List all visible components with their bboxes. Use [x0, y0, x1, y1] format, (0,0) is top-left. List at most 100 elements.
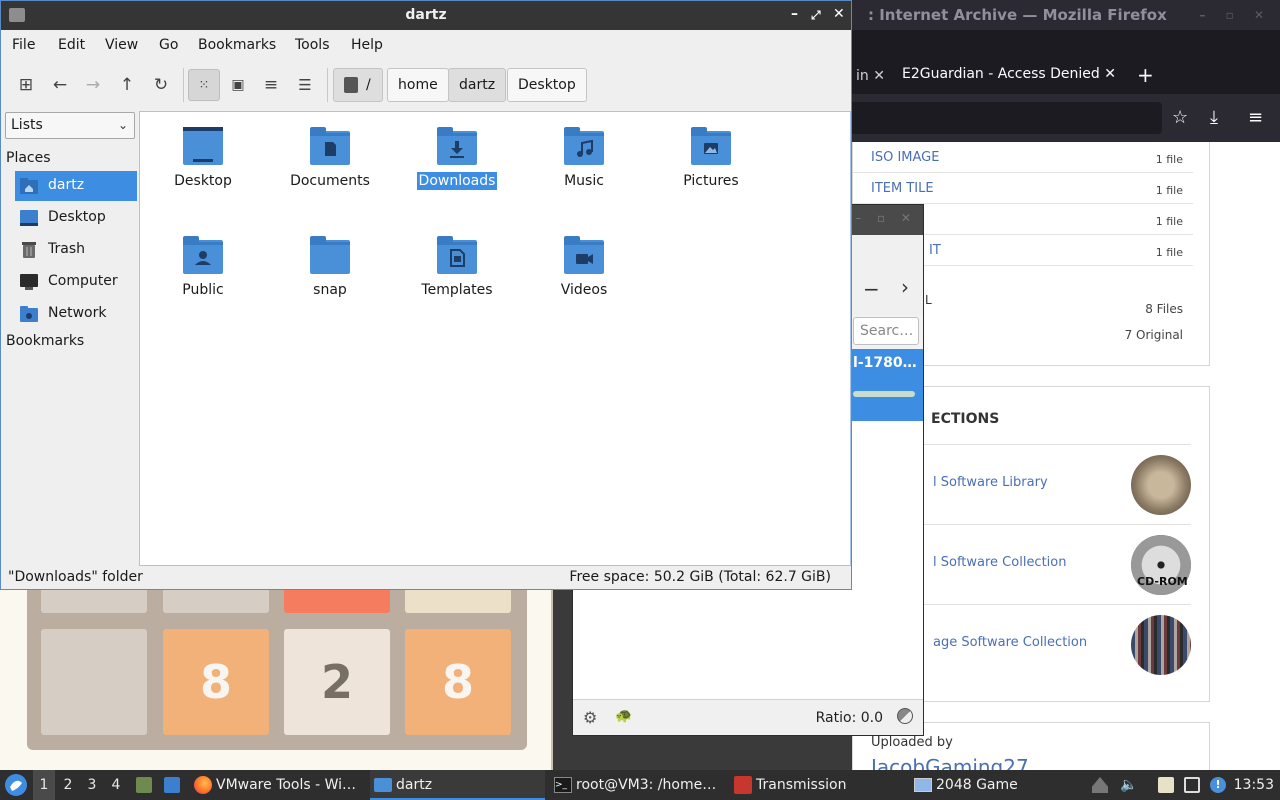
detailed-list-view-icon[interactable]: ☰ — [289, 69, 321, 101]
game-tile: 8 — [405, 629, 511, 735]
game-tile — [405, 588, 511, 613]
uploader-link[interactable]: JacobGaming27 — [871, 755, 1029, 770]
close-tab-icon[interactable]: ✕ — [873, 68, 885, 84]
reload-icon[interactable]: ↻ — [145, 69, 177, 101]
file-icon-view[interactable]: Desktop Documents Downloads Music Pictur… — [139, 111, 851, 566]
url-bar[interactable] — [852, 102, 1162, 134]
show-desktop-icon[interactable] — [164, 777, 180, 793]
firefox-window-controls[interactable]: – ▫ ✕ — [1199, 0, 1272, 30]
collection-link[interactable]: age Software Collection — [933, 635, 1087, 650]
bookmark-star-icon[interactable]: ☆ — [1172, 108, 1188, 128]
folder-item-templates[interactable]: Templates — [397, 228, 517, 318]
up-arrow-icon[interactable]: ↑ — [111, 69, 143, 101]
clock[interactable]: 13:53 — [1234, 770, 1274, 800]
workspace-3[interactable]: 3 — [81, 770, 103, 800]
task-vmware-tools[interactable]: VMware Tools - Wi… — [194, 770, 356, 800]
sidebar-item-label: Computer — [48, 273, 118, 289]
ratio-icon[interactable] — [897, 708, 913, 724]
folder-item-videos[interactable]: Videos — [524, 228, 644, 318]
close-icon[interactable]: ✕ — [833, 6, 845, 22]
folder-item-public[interactable]: Public — [143, 228, 263, 318]
workspace-4[interactable]: 4 — [105, 770, 127, 800]
file-row[interactable]: ITEM TILE 1 file — [853, 173, 1193, 204]
collection-row[interactable]: l Software Library — [923, 444, 1191, 524]
trash-icon — [22, 242, 36, 258]
start-menu-icon[interactable] — [4, 773, 28, 797]
menu-help[interactable]: Help — [351, 37, 383, 53]
forward-arrow-icon[interactable]: → — [77, 69, 109, 101]
close-tab-icon[interactable]: ✕ — [1104, 66, 1116, 82]
file-manager-window: dartz – ⤢ ✕ File Edit View Go Bookmarks … — [0, 0, 852, 590]
collection-row[interactable]: age Software Collection — [923, 604, 1191, 684]
tab-label: in — [856, 68, 869, 84]
collection-row[interactable]: l Software Collection CD-ROM — [923, 524, 1191, 604]
breadcrumb-desktop[interactable]: Desktop — [507, 68, 587, 102]
info-icon[interactable]: ! — [1210, 777, 1226, 793]
collection-link[interactable]: l Software Collection — [933, 555, 1067, 570]
breadcrumb-root[interactable]: / — [333, 68, 383, 102]
sidebar-item-dartz[interactable]: dartz — [15, 171, 137, 201]
volume-icon[interactable]: 🔈 — [1120, 777, 1137, 793]
cdrom-label: CD-ROM — [1137, 575, 1188, 588]
files-total: 8 Files — [1145, 302, 1183, 316]
menu-edit[interactable]: Edit — [58, 37, 85, 53]
compact-view-icon[interactable]: ≡ — [255, 69, 287, 101]
folder-item-downloads[interactable]: Downloads — [397, 119, 517, 209]
menu-file[interactable]: File — [12, 37, 35, 53]
maximize-icon[interactable]: ⤢ — [811, 8, 821, 23]
sidebar-item-network[interactable]: Network — [15, 299, 137, 329]
menu-go[interactable]: Go — [159, 37, 178, 53]
chevron-down-icon: ⌄ — [117, 118, 128, 132]
file-row[interactable]: ISO IMAGE 1 file — [853, 142, 1193, 173]
collection-thumbnail[interactable] — [1131, 615, 1191, 675]
menu-bookmarks[interactable]: Bookmarks — [198, 37, 276, 53]
file-manager-launcher-icon[interactable] — [136, 777, 152, 793]
file-type-link[interactable]: ISO IMAGE — [871, 150, 939, 165]
clipboard-icon[interactable] — [1158, 777, 1174, 793]
new-tab-button[interactable]: + — [1137, 63, 1154, 87]
task-dartz[interactable]: dartz — [370, 770, 545, 800]
network-status-icon[interactable] — [1184, 777, 1200, 793]
folder-item-snap[interactable]: snap — [270, 228, 390, 318]
breadcrumb-dartz[interactable]: dartz — [448, 68, 507, 102]
remove-torrent-icon[interactable]: − — [863, 277, 880, 301]
task-transmission[interactable]: Transmission — [734, 770, 846, 800]
downloads-icon[interactable]: ⤓ — [1210, 108, 1218, 128]
folder-item-pictures[interactable]: Pictures — [651, 119, 771, 209]
menu-tools[interactable]: Tools — [295, 37, 330, 53]
minimize-icon[interactable]: – — [791, 6, 798, 22]
thumbnail-view-icon[interactable]: ▣ — [222, 69, 254, 101]
task-2048-game[interactable]: 2048 Game — [914, 770, 1018, 800]
file-type-link[interactable]: ITEM TILE — [871, 181, 934, 196]
turtle-icon[interactable]: 🐢 — [615, 708, 632, 724]
icon-view-icon[interactable]: ⁙ — [188, 69, 220, 101]
transmission-window-controls[interactable]: – ▫ ✕ — [855, 211, 917, 225]
new-tab-icon[interactable]: ⊞ — [10, 69, 42, 101]
folder-item-documents[interactable]: Documents — [270, 119, 390, 209]
file-type-link[interactable]: IT — [929, 243, 941, 258]
side-pane-mode-select[interactable]: Lists ⌄ — [5, 112, 135, 139]
sidebar-item-computer[interactable]: Computer — [15, 267, 137, 297]
sidebar-item-trash[interactable]: Trash — [15, 235, 137, 265]
workspace-2[interactable]: 2 — [57, 770, 79, 800]
collection-thumbnail[interactable] — [1131, 455, 1191, 515]
cdrom-thumbnail[interactable]: CD-ROM — [1131, 535, 1191, 595]
menu-icon[interactable]: ≡ — [1248, 108, 1263, 128]
chevron-right-icon[interactable]: › — [901, 275, 909, 299]
tab-e2guardian[interactable]: E2Guardian - Access Denied ✕ — [902, 66, 1116, 82]
folder-item-desktop[interactable]: Desktop — [143, 119, 263, 209]
firefox-nav-bar: ☆ ⤓ ≡ — [852, 94, 1280, 142]
menu-view[interactable]: View — [105, 37, 138, 53]
breadcrumb-home[interactable]: home — [387, 68, 449, 102]
torrent-search-input[interactable]: Searc… — [853, 317, 919, 345]
eject-icon[interactable] — [1092, 777, 1108, 793]
sidebar-item-desktop[interactable]: Desktop — [15, 203, 137, 233]
workspace-1[interactable]: 1 — [33, 770, 55, 800]
files-total-label: L — [925, 293, 932, 307]
gear-icon[interactable]: ⚙ — [583, 708, 597, 727]
folder-item-music[interactable]: Music — [524, 119, 644, 209]
tab-internet-archive[interactable]: in ✕ — [856, 68, 885, 84]
task-terminal[interactable]: >_ root@VM3: /home… — [554, 770, 716, 800]
back-arrow-icon[interactable]: ← — [44, 69, 76, 101]
collection-link[interactable]: l Software Library — [933, 475, 1048, 490]
